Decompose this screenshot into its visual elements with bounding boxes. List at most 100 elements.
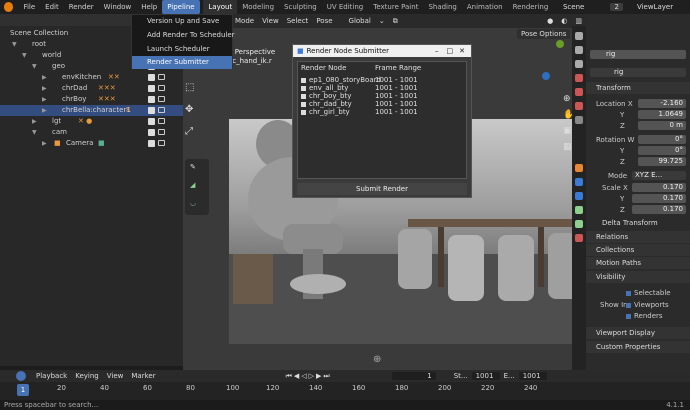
maximize-icon[interactable]: □ — [447, 47, 454, 55]
select-box-icon[interactable]: ⬚ — [185, 82, 194, 93]
checkbox-icon[interactable] — [301, 93, 306, 99]
playback-menu[interactable]: Playback — [32, 372, 71, 380]
pose-options-button[interactable]: Pose Options — [517, 29, 571, 39]
annotate-icon[interactable]: ✎ — [190, 163, 204, 175]
renders-checkbox[interactable]: Renders — [626, 312, 663, 320]
menu-item-render-submitter[interactable]: Render Submitter — [132, 56, 232, 69]
outliner-row[interactable]: ▼ cam — [0, 127, 183, 138]
viewport-shading-icon[interactable]: ● — [543, 17, 557, 25]
tab-sculpting[interactable]: Sculpting — [279, 0, 322, 14]
view-layer-selector[interactable]: ViewLayer — [632, 3, 690, 11]
output-tab-icon[interactable] — [575, 60, 583, 68]
timeline-view-menu[interactable]: View — [103, 372, 128, 380]
start-frame-field[interactable]: 1001 — [471, 372, 500, 380]
menu-item-launch-scheduler[interactable]: Launch Scheduler — [132, 43, 232, 56]
outliner-row[interactable]: ▶ lgt ✕ ● — [0, 116, 183, 127]
transform-panel-header[interactable]: Transform — [586, 82, 690, 94]
tab-animation[interactable]: Animation — [462, 0, 508, 14]
checkbox-icon[interactable] — [301, 101, 306, 107]
close-icon[interactable]: ✕ — [459, 47, 465, 55]
scale-z-field[interactable]: 0.170 — [632, 205, 686, 214]
list-item[interactable]: chr_dad_bty — [301, 100, 352, 108]
tab-uv-editing[interactable]: UV Editing — [322, 0, 369, 14]
tab-shading[interactable]: Shading — [423, 0, 461, 14]
scene-selector[interactable]: Scene — [558, 3, 609, 11]
mode-selector[interactable]: Mode — [231, 17, 258, 25]
visibility-panel-header[interactable]: Visibility — [586, 271, 690, 283]
outliner-row[interactable]: ▶ envKitchen ✕✕ — [0, 72, 183, 83]
checkbox-icon[interactable] — [301, 85, 306, 91]
scale-x-field[interactable]: 0.170 — [632, 183, 686, 192]
menu-window[interactable]: Window — [99, 0, 137, 14]
playhead[interactable]: 1 — [17, 384, 29, 396]
view-menu[interactable]: View — [258, 17, 283, 25]
rotation-y-field[interactable]: 0° — [638, 146, 686, 155]
outliner-row[interactable]: ▶ chrBella:character1 ✕ — [0, 105, 183, 116]
tool-tab-icon[interactable] — [575, 32, 583, 40]
menu-item-add-render[interactable]: Add Render To Scheduler — [132, 29, 235, 42]
collections-panel-header[interactable]: Collections — [586, 244, 690, 256]
object-tab-icon[interactable] — [575, 164, 583, 172]
menu-help[interactable]: Help — [136, 0, 162, 14]
menu-file[interactable]: File — [18, 0, 40, 14]
list-item[interactable]: ep1_080_storyBoard — [301, 76, 381, 84]
pose-tool-icon[interactable]: ◡ — [190, 199, 204, 211]
viewports-checkbox[interactable]: Viewports — [626, 301, 669, 309]
menu-pipeline[interactable]: Pipeline — [162, 0, 200, 14]
chevron-down-icon[interactable]: ⌄ — [375, 17, 389, 25]
current-frame-field[interactable]: 1 — [391, 372, 436, 380]
submit-render-button[interactable]: Submit Render — [297, 183, 467, 195]
selectable-checkbox[interactable]: Selectable — [626, 289, 671, 297]
checkbox-icon[interactable] — [301, 109, 306, 115]
xray-icon[interactable]: ▥ — [571, 17, 586, 25]
scene-count[interactable]: 2 — [610, 3, 623, 11]
render-tab-icon[interactable] — [575, 46, 583, 54]
overlays-icon[interactable]: ◐ — [557, 17, 571, 25]
end-frame-field[interactable]: 1001 — [518, 372, 547, 380]
scene-tab-icon[interactable] — [575, 88, 583, 96]
texture-tab-icon[interactable] — [575, 234, 583, 242]
clock-icon[interactable] — [16, 371, 26, 381]
armature-data-tab-icon[interactable] — [575, 206, 583, 214]
world-tab-icon[interactable] — [575, 102, 583, 110]
rotation-z-field[interactable]: 99.725 — [638, 157, 686, 166]
move-icon[interactable]: ✥ — [185, 104, 193, 115]
tab-texture-paint[interactable]: Texture Paint — [368, 0, 423, 14]
location-z-field[interactable]: 0 m — [638, 121, 686, 130]
checkbox-icon[interactable] — [301, 77, 306, 83]
blender-logo-icon[interactable] — [4, 2, 14, 12]
pose-menu[interactable]: Pose — [312, 17, 336, 25]
bone-tab-icon[interactable] — [575, 220, 583, 228]
physics-tab-icon[interactable] — [575, 192, 583, 200]
3d-cursor-icon[interactable]: ⊕ — [373, 354, 381, 365]
list-item[interactable]: chr_boy_bty — [301, 92, 351, 100]
menu-item-version-up[interactable]: Version Up and Save — [132, 15, 232, 28]
list-item[interactable]: chr_girl_bty — [301, 108, 350, 116]
modifier-tab-icon[interactable] — [575, 178, 583, 186]
view-layer-tab-icon[interactable] — [575, 74, 583, 82]
motion-paths-panel-header[interactable]: Motion Paths — [586, 257, 690, 269]
minimize-icon[interactable]: – — [435, 47, 439, 55]
scale-y-field[interactable]: 0.170 — [632, 194, 686, 203]
object-name-field[interactable]: rig — [590, 50, 686, 59]
location-x-field[interactable]: -2.160 — [638, 99, 686, 108]
outliner-row[interactable]: ▶ ■ Camera ■ — [0, 138, 183, 149]
viewport-display-panel-header[interactable]: Viewport Display — [586, 327, 690, 339]
tab-modeling[interactable]: Modeling — [237, 0, 279, 14]
rotation-x-field[interactable]: 0° — [638, 135, 686, 144]
scale-icon[interactable]: ⤢ — [185, 126, 193, 137]
delta-transform-header[interactable]: Delta Transform — [586, 217, 690, 229]
menu-render[interactable]: Render — [64, 0, 99, 14]
menu-edit[interactable]: Edit — [40, 0, 64, 14]
keying-menu[interactable]: Keying — [71, 372, 103, 380]
outliner-row[interactable]: ▶ chrDad ✕✕✕ — [0, 83, 183, 94]
measure-icon[interactable]: ◢ — [190, 181, 204, 193]
location-y-field[interactable]: 1.0649 — [638, 110, 686, 119]
select-menu[interactable]: Select — [283, 17, 313, 25]
data-name-field[interactable]: rig — [590, 68, 686, 77]
list-item[interactable]: env_all_bty — [301, 84, 348, 92]
outliner-row[interactable]: ▶ chrBoy ✕✕✕ — [0, 94, 183, 105]
rotation-mode-dropdown[interactable]: XYZ E... — [632, 171, 686, 180]
playback-controls[interactable]: ⏮◀◁▷▶⏭ — [286, 372, 332, 381]
custom-properties-panel-header[interactable]: Custom Properties — [586, 341, 690, 353]
